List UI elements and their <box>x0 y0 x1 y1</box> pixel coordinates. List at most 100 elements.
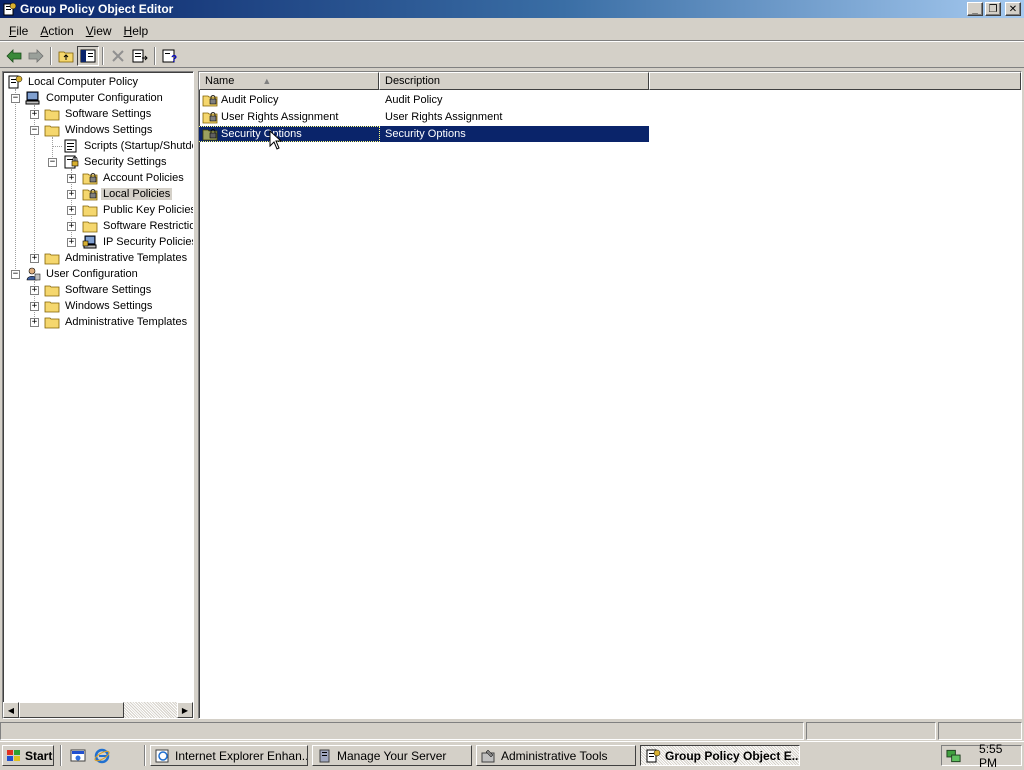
collapse-icon: − <box>12 269 19 279</box>
forward-button[interactable] <box>25 46 47 66</box>
details-pane[interactable]: Name ▲ Description Audit Policy Audit Po… <box>198 71 1022 719</box>
scroll-left-button[interactable]: ◀ <box>3 702 19 718</box>
expand-button[interactable]: + <box>67 174 76 183</box>
tree-item-software-restriction-policies[interactable]: Software Restriction Policies <box>82 218 193 234</box>
taskbar-button-ie-enhanced[interactable]: Internet Explorer Enhan... <box>150 745 308 766</box>
tree-item-software-settings[interactable]: Software Settings <box>44 106 153 122</box>
start-button[interactable]: Start <box>2 745 54 766</box>
tree-connector <box>15 89 16 273</box>
tree-item-user-software-settings[interactable]: Software Settings <box>44 282 153 298</box>
tree-item-label: IP Security Policies on Local Computer <box>103 236 194 248</box>
expand-button[interactable]: + <box>67 238 76 247</box>
server-icon <box>319 749 330 762</box>
expand-button[interactable]: + <box>30 302 39 311</box>
tree-item-label: Software Settings <box>65 284 152 296</box>
tree-item-user-configuration[interactable]: User Configuration <box>25 266 140 282</box>
title-bar[interactable]: Group Policy Object Editor _ ❐ ✕ <box>0 0 1024 18</box>
folder-icon <box>44 317 60 329</box>
folder-lock-icon <box>82 189 98 201</box>
expand-button[interactable]: + <box>30 254 39 263</box>
close-button[interactable]: ✕ <box>1005 2 1021 16</box>
tree-horizontal-scrollbar[interactable]: ◀ ▶ <box>3 702 193 718</box>
scroll-thumb[interactable] <box>19 702 124 718</box>
tree-item-scripts[interactable]: Scripts (Startup/Shutdown) <box>63 138 193 154</box>
item-name: Security Options <box>221 128 302 140</box>
clock[interactable]: 5:55 PM <box>979 742 1021 770</box>
list-item-security-options[interactable]: Security Options Security Options <box>199 126 649 142</box>
up-level-button[interactable] <box>55 46 77 66</box>
export-list-button[interactable] <box>129 46 151 66</box>
taskbar-button-manage-your-server[interactable]: Manage Your Server <box>312 745 472 766</box>
show-hide-tree-icon <box>80 49 96 62</box>
menu-view[interactable]: View <box>80 24 118 38</box>
collapse-button[interactable]: − <box>11 270 20 279</box>
folder-lock-icon <box>202 95 218 107</box>
list-item-audit-policy[interactable]: Audit Policy Audit Policy <box>199 92 649 108</box>
user-icon <box>26 267 41 281</box>
help-button[interactable]: ? <box>159 46 181 66</box>
menu-help[interactable]: Help <box>118 24 155 38</box>
show-desktop-icon[interactable] <box>70 748 86 764</box>
expand-button[interactable]: + <box>30 110 39 119</box>
console-tree[interactable]: Local Computer Policy − Computer Configu… <box>2 71 194 719</box>
taskbar: Start Internet Explorer Enhan... Manage … <box>0 741 1024 770</box>
tree-item-label: Computer Configuration <box>46 92 163 104</box>
column-header-name[interactable]: Name ▲ <box>199 72 379 90</box>
collapse-button[interactable]: − <box>11 94 20 103</box>
scroll-track[interactable] <box>124 702 177 718</box>
tree-item-administrative-templates[interactable]: Administrative Templates <box>44 250 189 266</box>
folder-icon <box>44 285 60 297</box>
column-header-description[interactable]: Description <box>379 72 649 90</box>
list-item-user-rights-assignment[interactable]: User Rights Assignment User Rights Assig… <box>199 109 649 125</box>
tree-item-label: Administrative Templates <box>65 252 188 264</box>
tree-item-label: Local Computer Policy <box>28 76 139 88</box>
tree-item-local-policies[interactable]: Local Policies <box>82 186 173 202</box>
security-icon <box>64 155 79 169</box>
tree-item-label: Security Settings <box>84 156 167 168</box>
expand-icon: + <box>31 253 38 263</box>
item-description: Security Options <box>385 128 466 140</box>
minimize-button[interactable]: _ <box>967 2 983 16</box>
expand-button[interactable]: + <box>30 318 39 327</box>
mouse-cursor-icon <box>269 130 283 150</box>
restore-icon: ❐ <box>988 3 998 15</box>
system-tray: 5:55 PM <box>941 742 1022 770</box>
menu-view-label: iew <box>93 23 112 38</box>
scroll-right-button[interactable]: ▶ <box>177 702 193 718</box>
expand-button[interactable]: + <box>67 222 76 231</box>
tree-item-label: Administrative Templates <box>65 316 188 328</box>
windows-logo-icon <box>7 749 20 761</box>
menu-file[interactable]: File <box>3 24 34 38</box>
tree-item-label: Software Settings <box>65 108 152 120</box>
internet-explorer-icon[interactable] <box>94 748 110 764</box>
tree-item-public-key-policies[interactable]: Public Key Policies <box>82 202 193 218</box>
collapse-button[interactable]: − <box>48 158 57 167</box>
menu-action[interactable]: Action <box>34 24 79 38</box>
collapse-button[interactable]: − <box>30 126 39 135</box>
ipsec-icon <box>82 235 97 249</box>
expand-button[interactable]: + <box>30 286 39 295</box>
back-button[interactable] <box>3 46 25 66</box>
network-icon[interactable] <box>946 748 961 764</box>
folder-icon <box>44 125 60 137</box>
tree-item-windows-settings[interactable]: Windows Settings <box>44 122 154 138</box>
tree-item-local-computer-policy[interactable]: Local Computer Policy <box>7 74 140 90</box>
tree-item-account-policies[interactable]: Account Policies <box>82 170 186 186</box>
delete-button[interactable] <box>107 46 129 66</box>
tree-item-user-windows-settings[interactable]: Windows Settings <box>44 298 154 314</box>
restore-button[interactable]: ❐ <box>985 2 1001 16</box>
expand-button[interactable]: + <box>67 190 76 199</box>
show-hide-tree-button[interactable] <box>77 45 99 66</box>
taskbar-button-administrative-tools[interactable]: Administrative Tools <box>476 745 636 766</box>
tree-item-computer-configuration[interactable]: Computer Configuration <box>25 90 165 106</box>
taskbar-button-group-policy-editor[interactable]: Group Policy Object E... <box>640 745 800 766</box>
menu-file-label: ile <box>16 23 29 38</box>
tree-item-ip-security-policies[interactable]: IP Security Policies on Local Computer <box>82 234 194 250</box>
tree-item-security-settings[interactable]: Security Settings <box>63 154 169 170</box>
expand-button[interactable]: + <box>67 206 76 215</box>
toolbar-separator <box>50 46 52 65</box>
help-icon: ? <box>162 49 177 63</box>
taskbar-button-label: Group Policy Object E... <box>665 748 800 763</box>
tree-item-user-administrative-templates[interactable]: Administrative Templates <box>44 314 189 330</box>
computer-icon <box>25 91 40 105</box>
